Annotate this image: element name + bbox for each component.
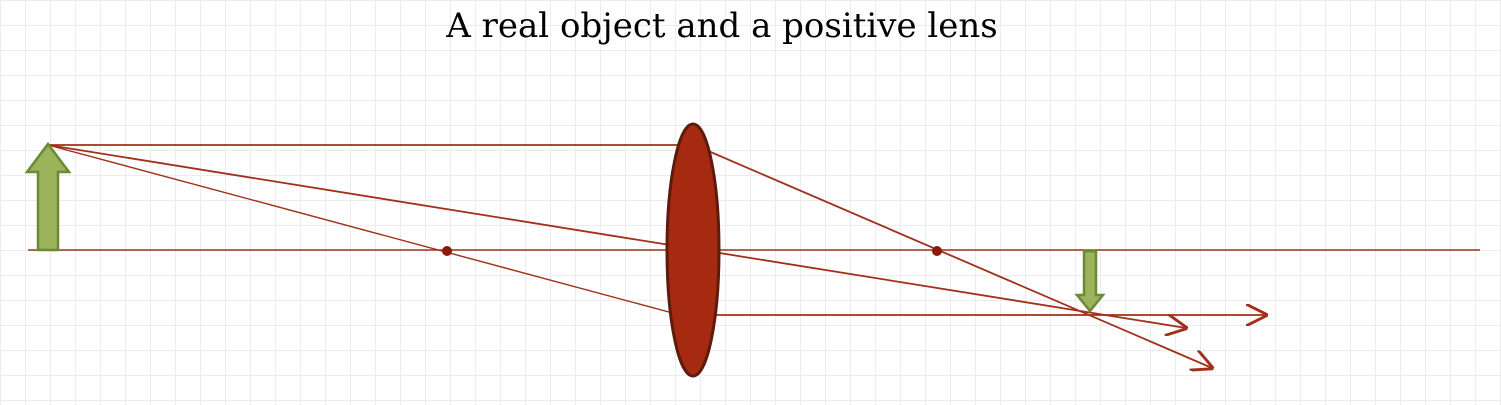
ray-central [47,144,1186,328]
ray-parallel-refracted [705,149,1212,368]
ray-focal-incident [47,144,681,316]
convex-lens [665,122,721,378]
down-arrow-icon [1074,249,1106,313]
diagram-canvas: A real object and a positive lens [0,0,1501,405]
optics-diagram [24,122,1480,378]
focal-point-near [442,246,452,256]
focal-point-far [932,246,942,256]
up-arrow-icon [24,141,72,252]
